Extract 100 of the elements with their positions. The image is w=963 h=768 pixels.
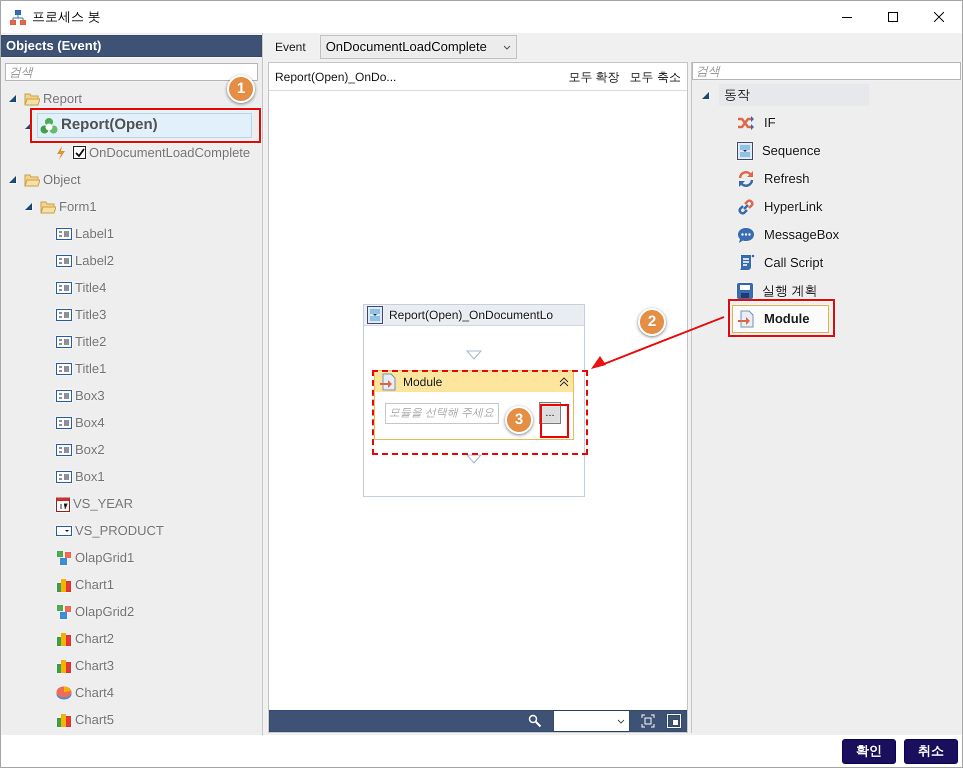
- actual-size-icon[interactable]: [667, 714, 681, 728]
- tree-item[interactable]: Box2: [53, 437, 114, 462]
- tree-item[interactable]: Box1: [53, 464, 114, 489]
- tree-label: Object: [43, 170, 81, 189]
- link-icon: [737, 198, 755, 216]
- cubes-icon: [56, 604, 72, 620]
- tree-item[interactable]: Report(Open): [37, 113, 252, 138]
- collapse-icon[interactable]: [559, 376, 569, 386]
- module-title: Module: [403, 374, 442, 390]
- speech-bubble-icon: [737, 226, 755, 244]
- tree-item[interactable]: Label2: [53, 248, 124, 273]
- bar-chart-icon: [56, 712, 72, 728]
- expanded-arrow-icon[interactable]: [25, 122, 32, 129]
- search-field[interactable]: 검색: [5, 63, 258, 81]
- chevron-down-icon: [502, 44, 511, 50]
- tree-item[interactable]: Chart3: [53, 653, 124, 678]
- folder-icon: [24, 172, 40, 186]
- refresh-icon: [737, 170, 755, 188]
- window-title: 프로세스 봇: [32, 8, 101, 26]
- action-item[interactable]: Call Script: [732, 249, 828, 277]
- expand-collapse-link[interactable]: 모두 확장: [568, 68, 620, 86]
- tree-label: Box4: [75, 414, 105, 432]
- tree-item[interactable]: OlapGrid2: [53, 599, 144, 624]
- action-item[interactable]: Sequence: [732, 137, 826, 165]
- panel-header: Objects (Event): [1, 35, 262, 57]
- label-icon: [56, 470, 72, 482]
- tree-item[interactable]: Title3: [53, 302, 116, 327]
- tree-label: OlapGrid1: [75, 548, 134, 567]
- calendar-icon: [56, 496, 70, 512]
- tree-label: Chart4: [75, 684, 114, 702]
- tree-item[interactable]: Form1: [37, 194, 106, 219]
- tree-item[interactable]: Chart5: [53, 707, 124, 732]
- action-item[interactable]: Module: [732, 305, 829, 333]
- tree-label: VS_YEAR: [73, 494, 133, 513]
- tree-item[interactable]: Title2: [53, 329, 116, 354]
- tree-item[interactable]: OnDocumentLoadComplete: [53, 140, 260, 165]
- tree-item[interactable]: Box4: [53, 410, 114, 435]
- tree-item[interactable]: Report: [21, 86, 92, 111]
- action-item[interactable]: Refresh: [732, 165, 815, 193]
- check-icon: [74, 148, 84, 158]
- tree-item[interactable]: VS_YEAR: [53, 491, 142, 516]
- bar-chart-icon: [56, 576, 72, 592]
- module-icon: [379, 372, 397, 390]
- tree-item[interactable]: Box3: [53, 383, 114, 408]
- tree-label: Title4: [75, 278, 106, 297]
- close-icon: [934, 12, 944, 22]
- tree-item[interactable]: OlapGrid1: [53, 545, 144, 570]
- action-label: Call Script: [764, 254, 824, 272]
- tree-item[interactable]: VS_PRODUCT: [53, 518, 173, 543]
- bar-chart-icon: [56, 658, 72, 674]
- action-item[interactable]: IF: [732, 109, 781, 137]
- tree-label: Label2: [75, 252, 114, 270]
- action-item[interactable]: MessageBox: [732, 221, 844, 249]
- tree-item[interactable]: Title1: [53, 356, 116, 381]
- tree-item[interactable]: Chart4: [53, 680, 124, 705]
- expanded-arrow-icon[interactable]: [25, 203, 32, 210]
- maximize-icon: [888, 12, 898, 22]
- tree-label: Chart3: [75, 656, 114, 675]
- tree-label: VS_PRODUCT: [75, 522, 164, 540]
- tree-item[interactable]: Chart2: [53, 626, 124, 651]
- action-item[interactable]: HyperLink: [732, 193, 828, 221]
- pie-chart-icon: [56, 686, 72, 700]
- dialog-button[interactable]: 확인: [842, 738, 896, 764]
- tree-item[interactable]: Object: [21, 167, 90, 192]
- search-field[interactable]: 검색: [692, 62, 961, 80]
- tree-label: OnDocumentLoadComplete: [89, 144, 250, 162]
- tree-label: OlapGrid2: [75, 602, 134, 621]
- dialog-button[interactable]: 취소: [904, 738, 958, 764]
- action-label: HyperLink: [764, 198, 823, 216]
- folder-icon: [40, 200, 56, 214]
- label-icon: [56, 416, 72, 428]
- label-icon: [56, 228, 72, 240]
- tree-label: Box3: [75, 386, 105, 405]
- action-label: 실행 계획: [762, 282, 818, 300]
- minimize-icon: [842, 16, 852, 18]
- group-label[interactable]: 동작: [719, 84, 869, 106]
- module-field[interactable]: 모듈을 선택해 주세요: [385, 402, 499, 424]
- event-dropdown[interactable]: OnDocumentLoadComplete: [320, 35, 517, 59]
- tree-label: Label1: [75, 224, 114, 243]
- tree-label: Title2: [75, 332, 106, 351]
- tree-item[interactable]: Title4: [53, 275, 116, 300]
- folder-icon: [24, 92, 40, 106]
- org-chart-icon: [10, 9, 26, 25]
- action-item[interactable]: 실행 계획: [732, 277, 823, 305]
- expanded-arrow-icon[interactable]: [9, 95, 16, 102]
- expanded-arrow-icon[interactable]: [9, 176, 16, 183]
- checkbox[interactable]: [73, 146, 86, 159]
- tree-item[interactable]: Label1: [53, 221, 124, 246]
- action-label: Module: [764, 310, 810, 328]
- expand-collapse-link[interactable]: 모두 축소: [630, 68, 681, 86]
- canvas-title: Report(Open)_OnDo...: [275, 68, 396, 86]
- tree-label: Chart2: [75, 630, 114, 648]
- drop-arrow-icon: [466, 350, 482, 360]
- expanded-arrow-icon[interactable]: [702, 92, 709, 98]
- fit-screen-icon[interactable]: [641, 714, 655, 728]
- action-label: Sequence: [762, 142, 821, 160]
- label-icon: [56, 444, 72, 456]
- tree-item[interactable]: Chart1: [53, 572, 124, 597]
- shuffle-icon: [737, 115, 755, 131]
- search-icon[interactable]: [528, 714, 542, 728]
